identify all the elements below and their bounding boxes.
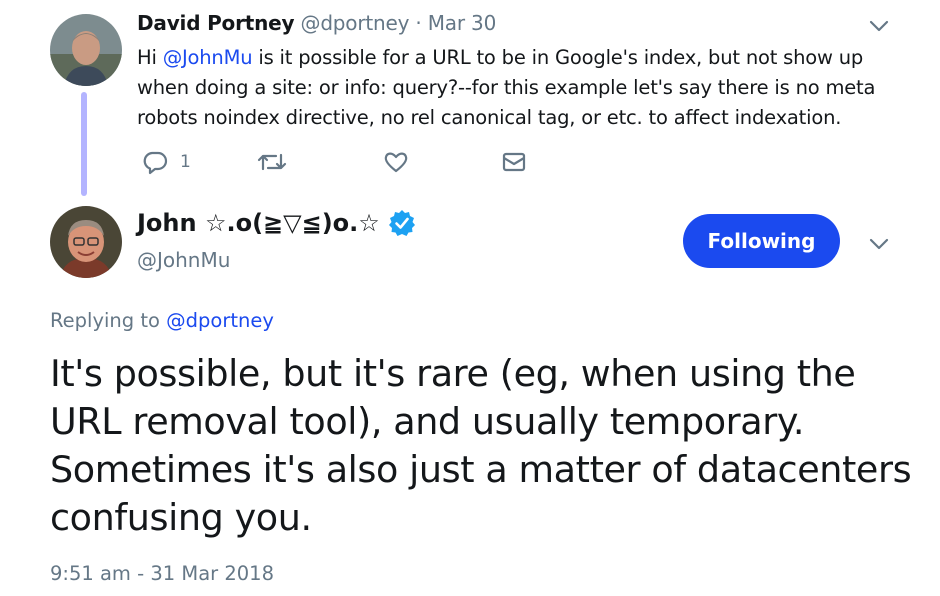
chevron-down-icon[interactable] [868,236,890,250]
parent-author-avatar[interactable] [50,14,122,86]
parent-tweet-text: Hi @JohnMu is it possible for a URL to b… [137,43,877,133]
parent-author-handle[interactable]: @dportney [301,11,410,35]
main-author-name[interactable]: John ☆.o(≧▽≦)o.☆ [137,209,380,237]
following-button[interactable]: Following [683,214,840,268]
replying-to-line: Replying to @dportney [50,309,274,332]
mention-link[interactable]: @JohnMu [163,46,253,69]
retweet-icon [257,149,287,175]
tweet-timestamp[interactable]: 9:51 am - 31 Mar 2018 [50,562,274,585]
main-author-name-row: John ☆.o(≧▽≦)o.☆ [137,209,416,237]
verified-badge-icon [388,209,416,237]
replying-to-mention[interactable]: @dportney [166,309,274,332]
parent-text-start: Hi [137,46,163,69]
direct-message-icon [501,149,527,175]
main-author-handle[interactable]: @JohnMu [137,248,230,272]
tweet-actions: 1 [137,148,557,178]
retweet-button[interactable] [257,148,287,176]
like-button[interactable] [383,148,409,176]
parent-tweet-header: David Portney @dportney · Mar 30 [137,11,496,35]
separator-dot: · [415,11,422,35]
chevron-down-icon[interactable] [868,18,890,32]
thread-connector-line [81,92,87,196]
direct-message-button[interactable] [501,148,527,176]
reply-icon [142,149,168,175]
reply-count: 1 [180,152,191,172]
main-tweet-text: It's possible, but it's rare (eg, when u… [50,352,912,539]
reply-button[interactable]: 1 [142,148,191,176]
main-author-avatar[interactable] [50,206,122,278]
replying-prefix: Replying to [50,309,167,332]
parent-author-name[interactable]: David Portney [137,11,295,35]
like-icon [383,149,409,175]
parent-tweet-date[interactable]: Mar 30 [428,11,497,35]
